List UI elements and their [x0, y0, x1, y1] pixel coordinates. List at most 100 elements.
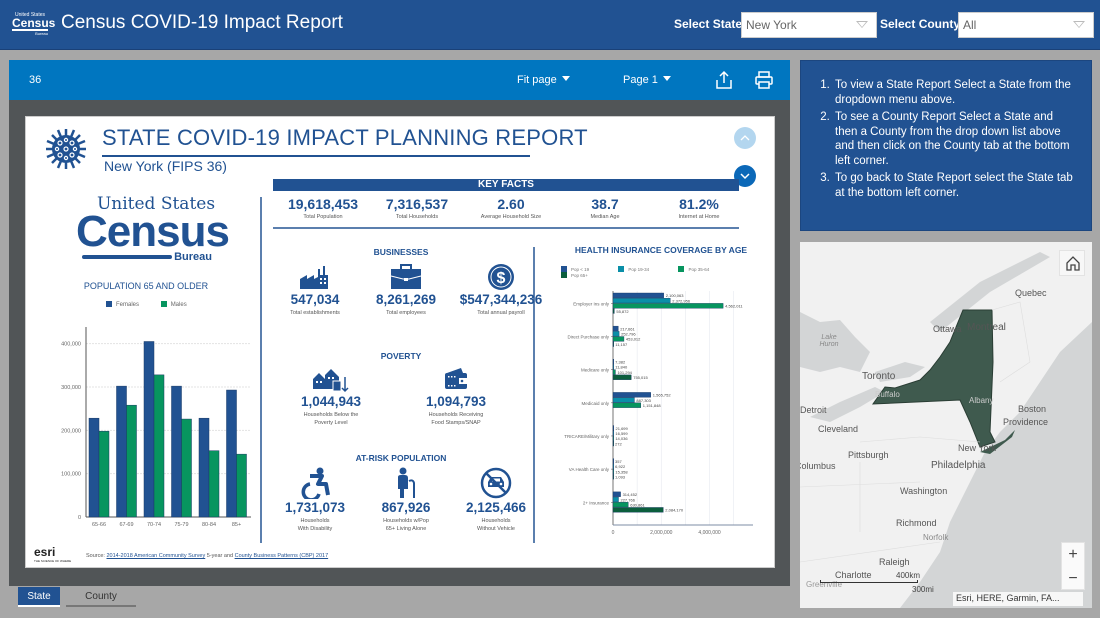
key-fact-label: Total Population [303, 214, 343, 220]
state-select-label: Select State: [674, 17, 747, 31]
stat-value: 1,044,943 [300, 394, 362, 409]
map-label: Detroit [800, 405, 827, 415]
map-view[interactable]: Quebec Ottawa Montreal Lake Huron Toront… [800, 242, 1092, 608]
no-car-icon [480, 467, 512, 499]
stat-label: Households w/Pop [383, 518, 429, 524]
key-fact: 38.7 Median Age [560, 195, 650, 221]
stat-disability: 1,731,073 Households With Disability [270, 467, 360, 533]
stat-establishments: 547,034 Total establishments [270, 263, 360, 317]
zoom-in-button[interactable]: + [1062, 543, 1084, 567]
report-subtitle: New York (FIPS 36) [104, 158, 227, 174]
tab-county[interactable]: County [66, 587, 136, 607]
elderly-icon [398, 467, 415, 498]
county-select-label: Select County: [880, 17, 965, 31]
data-label: 630,861 [630, 502, 645, 507]
zoom-out-button[interactable]: − [1062, 567, 1084, 591]
app-title: Census COVID-19 Impact Report [61, 12, 343, 33]
x-tick-label: 70-74 [147, 522, 161, 528]
key-fact-label: Total Households [395, 214, 439, 220]
legend-label: Pop 19-34 [628, 267, 650, 272]
stat-label: Households Receiving [428, 412, 484, 418]
page-id: 36 [29, 74, 42, 86]
share-icon[interactable] [715, 70, 733, 95]
data-label: 11,157 [615, 342, 628, 347]
poverty-title: POVERTY [380, 351, 422, 361]
state-select[interactable]: New York [741, 12, 877, 38]
bar-Medicaid only [612, 402, 642, 408]
map-label: Norfolk [923, 533, 949, 542]
x-tick-label: 4,000,000 [698, 530, 720, 536]
key-fact-label: Median Age [590, 214, 620, 220]
home-button[interactable] [1059, 250, 1085, 276]
x-tick-label: 75-79 [174, 522, 188, 528]
key-fact: 81.2% Internet at Home [654, 195, 744, 221]
factory-icon [300, 266, 328, 289]
bar-2+ Insurance [612, 507, 664, 513]
fit-page-dropdown[interactable]: Fit page [517, 74, 570, 86]
source-note: Source: 2014-2018 American Community Sur… [86, 553, 328, 559]
x-tick-label: 80-84 [202, 522, 216, 528]
bar-males-75-79 [181, 418, 192, 518]
chevron-up-icon [740, 135, 750, 141]
print-icon[interactable] [754, 70, 774, 95]
bar-VA Health Care only [612, 474, 615, 480]
esri-logo: esri THE SCIENCE OF WHERE [34, 545, 71, 563]
instruction-step: To go back to State Report select the St… [833, 171, 1073, 200]
cbp-source-link[interactable]: County Business Patterns (CBP) 2017 [235, 553, 329, 559]
map-label: Charlotte [835, 570, 872, 580]
category-label: Medicaid only [581, 401, 609, 406]
data-label: 1,565,752 [653, 393, 672, 398]
businesses-title: BUSINESSES [373, 247, 429, 257]
acs-source-link[interactable]: 2014-2018 American Community Survey [106, 553, 205, 559]
stat-label: Food Stamps/SNAP [431, 420, 481, 426]
y-tick-label: 0 [78, 515, 81, 521]
county-select[interactable]: All [958, 12, 1094, 38]
health-insurance-chart-title: HEALTH INSURANCE COVERAGE BY AGE [574, 245, 748, 255]
logo-line2: Census [12, 16, 56, 31]
bar-TRICARE/Military only [612, 430, 615, 436]
bar-2+ Insurance [612, 502, 629, 508]
report-title: STATE COVID-19 IMPACT PLANNING REPORT [102, 125, 588, 150]
key-fact-value: 81.2% [679, 196, 719, 212]
instructions-panel: To view a State Report Select a State fr… [800, 60, 1092, 231]
map-label: Richmond [896, 518, 937, 528]
bar-Medicare only [612, 374, 632, 380]
bar-Medicare only [612, 364, 615, 370]
page-dropdown[interactable]: Page 1 [623, 74, 671, 86]
bar-males-67-69 [126, 404, 137, 518]
bar-Direct Purchase only [612, 331, 620, 337]
scroll-up-button[interactable] [734, 127, 756, 149]
key-fact-value: 19,618,453 [287, 196, 359, 212]
legend-swatch [106, 301, 112, 307]
map-label: Philadelphia [931, 460, 986, 471]
map-label: New York [958, 443, 997, 453]
key-facts-header: KEY FACTS [273, 179, 739, 191]
bar-females-80-84 [198, 417, 210, 518]
tab-state[interactable]: State [18, 587, 60, 607]
esri-name: esri [34, 545, 56, 559]
data-label: 55,872 [616, 309, 629, 314]
map-attribution[interactable]: Esri, HERE, Garmin, FA... [953, 592, 1083, 606]
bar-TRICARE/Military only [612, 440, 615, 447]
data-label: 1,093 [615, 475, 626, 480]
virus-icon [46, 129, 86, 169]
pop65-chart-title: POPULATION 65 AND OLDER [83, 281, 209, 291]
logo-bureau: Bureau [76, 251, 216, 263]
source-prefix: Source: [86, 553, 107, 559]
bar-males-70-74 [153, 374, 165, 518]
bar-VA Health Care only [612, 468, 615, 475]
y-tick-label: 200,000 [61, 428, 81, 434]
stat-label: Total employees [386, 310, 426, 316]
map-label: Washington [900, 486, 948, 496]
esri-tagline: THE SCIENCE OF WHERE [34, 559, 72, 563]
bar-Employer Ins only [612, 303, 724, 309]
x-tick-label: 65-66 [92, 522, 106, 528]
dollar-icon: $ [488, 264, 514, 290]
svg-text:$: $ [497, 270, 506, 287]
key-fact-value: 7,316,537 [385, 196, 449, 212]
map-label: Raleigh [879, 557, 910, 567]
key-facts-rule [273, 227, 739, 229]
map-label: Albany [969, 396, 994, 405]
legend-item: Pop 35-64 [678, 266, 709, 272]
at-risk-title: AT-RISK POPULATION [355, 453, 447, 463]
